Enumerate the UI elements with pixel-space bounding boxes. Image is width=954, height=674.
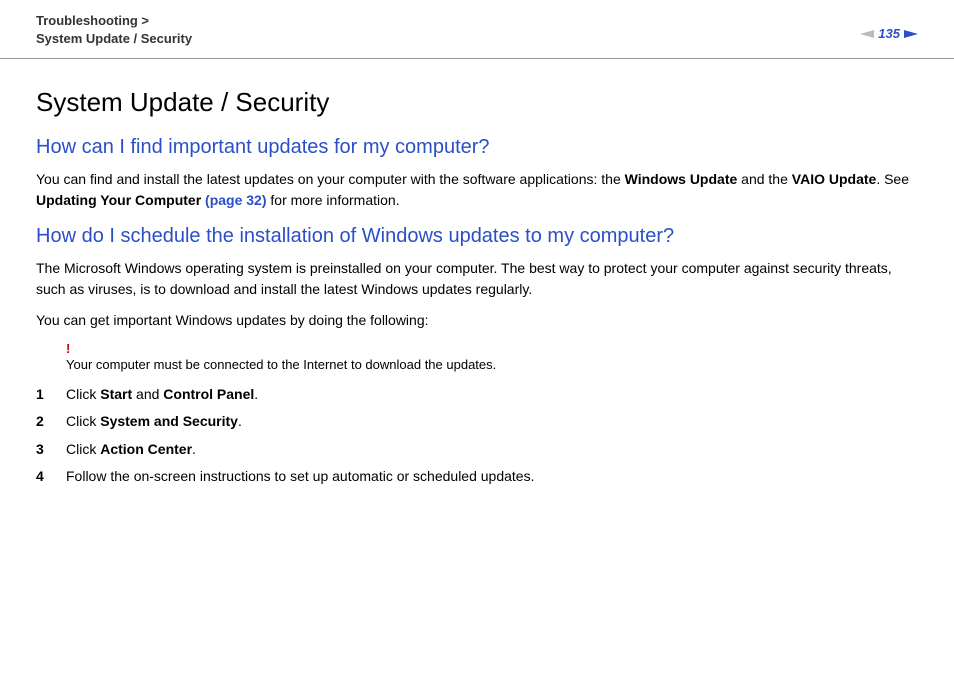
bold-text: Updating Your Computer — [36, 192, 205, 208]
step-number: 3 — [36, 440, 66, 460]
prev-page-arrow-icon[interactable] — [860, 30, 874, 38]
text-run: and — [132, 386, 163, 402]
page-reference-link[interactable]: (page 32) — [205, 192, 266, 208]
step-number: 1 — [36, 385, 66, 405]
step-item: 2 Click System and Security. — [36, 412, 918, 432]
main-content: System Update / Security How can I find … — [0, 59, 954, 487]
step-text: Follow the on-screen instructions to set… — [66, 467, 918, 487]
step-text: Click Start and Control Panel. — [66, 385, 918, 405]
step-text: Click System and Security. — [66, 412, 918, 432]
bold-text: Action Center — [100, 441, 192, 457]
text-run: and the — [737, 171, 792, 187]
page-navigation: 135 — [860, 12, 918, 41]
bold-text: Windows Update — [625, 171, 738, 187]
step-text: Click Action Center. — [66, 440, 918, 460]
section1-paragraph: You can find and install the latest upda… — [36, 169, 918, 211]
warning-block: ! Your computer must be connected to the… — [66, 341, 918, 374]
bold-text: Start — [100, 386, 132, 402]
breadcrumb-line2: System Update / Security — [36, 30, 192, 48]
step-item: 3 Click Action Center. — [36, 440, 918, 460]
step-number: 2 — [36, 412, 66, 432]
section1-heading: How can I find important updates for my … — [36, 136, 918, 159]
section2-heading: How do I schedule the installation of Wi… — [36, 225, 918, 248]
page-title: System Update / Security — [36, 87, 918, 118]
section2-paragraph2: You can get important Windows updates by… — [36, 310, 918, 331]
text-run: for more information. — [267, 192, 400, 208]
text-run: . — [254, 386, 258, 402]
warning-icon: ! — [66, 341, 918, 356]
text-run: . See — [876, 171, 909, 187]
step-number: 4 — [36, 467, 66, 487]
bold-text: Control Panel — [163, 386, 254, 402]
step-item: 4 Follow the on-screen instructions to s… — [36, 467, 918, 487]
page-number: 135 — [878, 26, 900, 41]
breadcrumb-line1: Troubleshooting > — [36, 12, 192, 30]
text-run: Click — [66, 386, 100, 402]
text-run: . — [192, 441, 196, 457]
text-run: Click — [66, 413, 100, 429]
warning-text: Your computer must be connected to the I… — [66, 357, 496, 372]
section2-paragraph1: The Microsoft Windows operating system i… — [36, 258, 918, 300]
step-item: 1 Click Start and Control Panel. — [36, 385, 918, 405]
breadcrumb: Troubleshooting > System Update / Securi… — [36, 12, 192, 48]
next-page-arrow-icon[interactable] — [904, 30, 918, 38]
text-run: . — [238, 413, 242, 429]
bold-text: VAIO Update — [792, 171, 877, 187]
bold-text: System and Security — [100, 413, 238, 429]
text-run: Click — [66, 441, 100, 457]
text-run: You can find and install the latest upda… — [36, 171, 625, 187]
text-run: Follow the on-screen instructions to set… — [66, 468, 534, 484]
steps-list: 1 Click Start and Control Panel. 2 Click… — [36, 385, 918, 487]
page-header: Troubleshooting > System Update / Securi… — [0, 0, 954, 59]
